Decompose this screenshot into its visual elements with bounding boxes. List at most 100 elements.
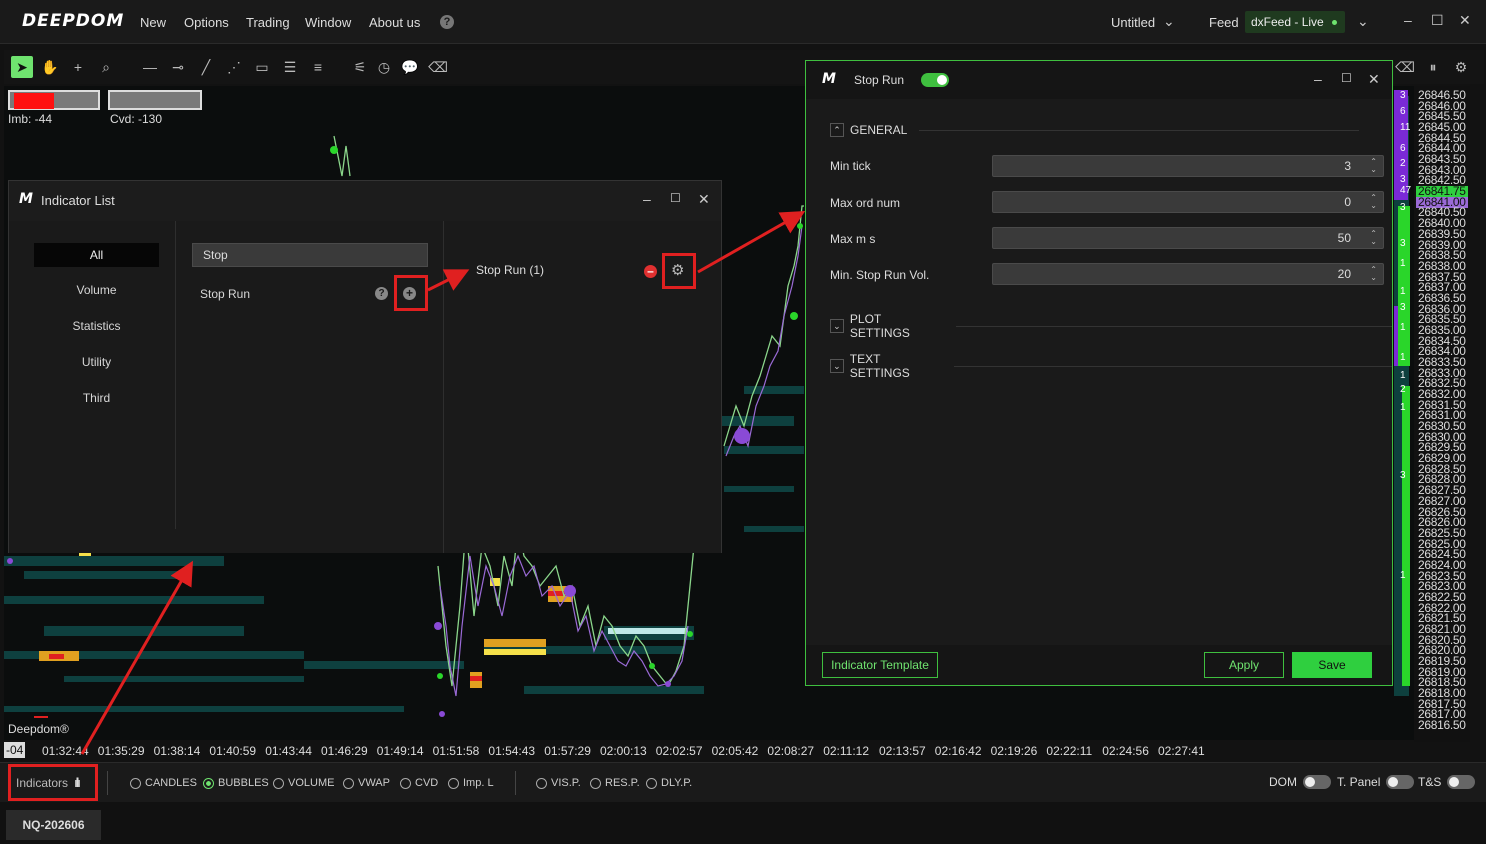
category-statistics[interactable]: Statistics (34, 319, 159, 333)
price-scale[interactable]: 26846.50 26846.00 26845.50 26845.00 26844.50… (1414, 86, 1470, 742)
radio-dot-icon[interactable] (400, 777, 411, 789)
added-stop-run[interactable]: Stop Run (1) (476, 263, 544, 277)
category-third[interactable]: Third (34, 391, 159, 405)
hline-icon[interactable]: — (139, 56, 161, 78)
result-stop-run[interactable]: Stop Run (200, 287, 250, 301)
category-utility[interactable]: Utility (34, 355, 159, 369)
eraser-icon[interactable]: ⌫ (427, 56, 449, 78)
path-icon[interactable]: ⋰ (223, 56, 245, 78)
remove-indicator-icon[interactable]: – (644, 265, 657, 278)
spinner-icon[interactable]: ⌃ ⌄ (1370, 194, 1377, 210)
indicator-template-button[interactable]: Indicator Template (822, 652, 938, 678)
eraser-icon[interactable]: ⌫ (1394, 56, 1416, 78)
timer-icon[interactable]: ◷ (373, 56, 395, 78)
ts-switch[interactable] (1447, 775, 1476, 789)
help-icon[interactable]: ? (375, 287, 388, 300)
crosshair-icon[interactable]: + (67, 56, 89, 78)
tpanel-switch[interactable] (1386, 775, 1415, 789)
menu-trading[interactable]: Trading (246, 15, 290, 30)
time-tick-label: 01:46:29 (321, 744, 368, 758)
radio-candles[interactable]: CANDLES (130, 777, 197, 789)
close-icon[interactable]: ✕ (1368, 71, 1380, 88)
symbol-tab-bar: NQ-202606 (0, 802, 1486, 844)
radio-imp-l[interactable]: Imp. L (448, 777, 494, 789)
symbol-tab[interactable]: NQ-202606 (6, 810, 101, 840)
maximize-icon[interactable]: ☐ (670, 191, 681, 205)
min-stop-run-vol-input[interactable]: 20 ⌃ ⌄ (992, 263, 1384, 285)
time-axis: -04 01:32:44 01:35:29 01:38:14 01:40:59 01:4… (4, 742, 1414, 760)
radio-dot-icon[interactable] (646, 777, 657, 789)
radio-dot-icon[interactable] (448, 777, 459, 789)
radio-bubbles[interactable]: BUBBLES (203, 777, 269, 789)
dom-volume-value: 2 (1400, 158, 1406, 169)
section-text-settings[interactable]: ⌄ TEXT SETTINGS (830, 352, 1392, 380)
dom-volume-value: 3 (1400, 302, 1406, 313)
min-tick-input[interactable]: 3 ⌃ ⌄ (992, 155, 1384, 177)
pause-icon[interactable]: ⏸ (1422, 56, 1444, 78)
radio-dly-p[interactable]: DLY.P. (646, 777, 692, 789)
radio-res-p[interactable]: RES.P. (590, 777, 640, 789)
list-icon[interactable]: ☰ (279, 56, 301, 78)
trendline-icon[interactable]: ╱ (195, 56, 217, 78)
radio-dot-icon[interactable] (590, 777, 601, 789)
chevron-down-icon[interactable]: ⌄ (1163, 13, 1175, 30)
dom-switch[interactable] (1303, 775, 1331, 789)
close-icon[interactable]: ✕ (698, 191, 710, 208)
spinner-icon[interactable]: ⌃ ⌄ (1370, 158, 1377, 174)
radio-label: VOLUME (288, 777, 335, 789)
category-volume[interactable]: Volume (34, 283, 159, 297)
menu-about[interactable]: About us (369, 15, 420, 30)
radio-dot-icon[interactable] (273, 777, 284, 789)
help-icon[interactable]: ? (440, 15, 454, 29)
spinner-icon[interactable]: ⌃ ⌄ (1370, 230, 1377, 246)
pointer-icon[interactable]: ➤ (11, 56, 33, 78)
radio-dot-icon[interactable] (203, 777, 214, 789)
ray-icon[interactable]: ⊸ (167, 56, 189, 78)
radio-vis-p[interactable]: VIS.P. (536, 777, 581, 789)
radio-dot-icon[interactable] (343, 777, 354, 789)
time-tick-label: 02:16:42 (934, 744, 982, 758)
category-all[interactable]: All (34, 243, 159, 267)
indicator-search-input[interactable]: Stop (192, 243, 428, 267)
minimize-icon[interactable]: – (1314, 71, 1322, 87)
time-tick-label: 01:51:58 (432, 744, 480, 758)
zoom-icon[interactable]: ⌕ (95, 56, 117, 78)
dom-toggle[interactable]: DOM (1269, 775, 1331, 789)
rectangle-icon[interactable]: ▭ (251, 56, 273, 78)
lines-icon[interactable]: ≡ (307, 56, 329, 78)
menu-options[interactable]: Options (184, 15, 229, 30)
max-ms-input[interactable]: 50 ⌃ ⌄ (992, 227, 1384, 249)
hand-icon[interactable]: ✋ (39, 56, 61, 78)
minimize-icon[interactable]: – (643, 191, 651, 207)
close-icon[interactable]: ✕ (1459, 12, 1471, 29)
workspace-select[interactable]: Untitled (1111, 15, 1155, 30)
chevron-down-icon[interactable]: ⌄ (1357, 13, 1369, 30)
time-tick-label: 02:02:57 (655, 744, 703, 758)
feed-status[interactable]: dxFeed - Live (1245, 11, 1345, 33)
indicator-enabled-toggle[interactable] (921, 73, 949, 87)
section-general[interactable]: ⌃ GENERAL (830, 123, 1360, 137)
sliders-icon[interactable]: ⚟ (349, 56, 371, 78)
maximize-icon[interactable]: ☐ (1431, 12, 1444, 29)
menu-window[interactable]: Window (305, 15, 351, 30)
menu-new[interactable]: New (140, 15, 166, 30)
comment-icon[interactable]: 💬 (399, 56, 421, 78)
radio-dot-icon[interactable] (536, 777, 547, 789)
radio-volume[interactable]: VOLUME (273, 777, 334, 789)
maximize-icon[interactable]: ☐ (1341, 71, 1352, 85)
radio-dot-icon[interactable] (130, 777, 141, 789)
apply-button[interactable]: Apply (1204, 652, 1284, 678)
gear-icon[interactable]: ⚙ (1450, 56, 1472, 78)
radio-cvd[interactable]: CVD (400, 777, 438, 789)
divider (175, 221, 176, 529)
tpanel-toggle[interactable]: T. Panel (1337, 775, 1415, 789)
max-ord-num-input[interactable]: 0 ⌃ ⌄ (992, 191, 1384, 213)
ts-toggle[interactable]: T&S (1418, 775, 1476, 789)
minimize-icon[interactable]: – (1404, 12, 1412, 28)
section-plot-settings[interactable]: ⌄ PLOT SETTINGS (830, 312, 1393, 340)
dom-volume-value: 1 (1400, 402, 1406, 413)
save-button[interactable]: Save (1292, 652, 1372, 678)
spinner-icon[interactable]: ⌃ ⌄ (1370, 266, 1377, 282)
radio-label: DLY.P. (661, 777, 693, 789)
radio-vwap[interactable]: VWAP (343, 777, 390, 789)
